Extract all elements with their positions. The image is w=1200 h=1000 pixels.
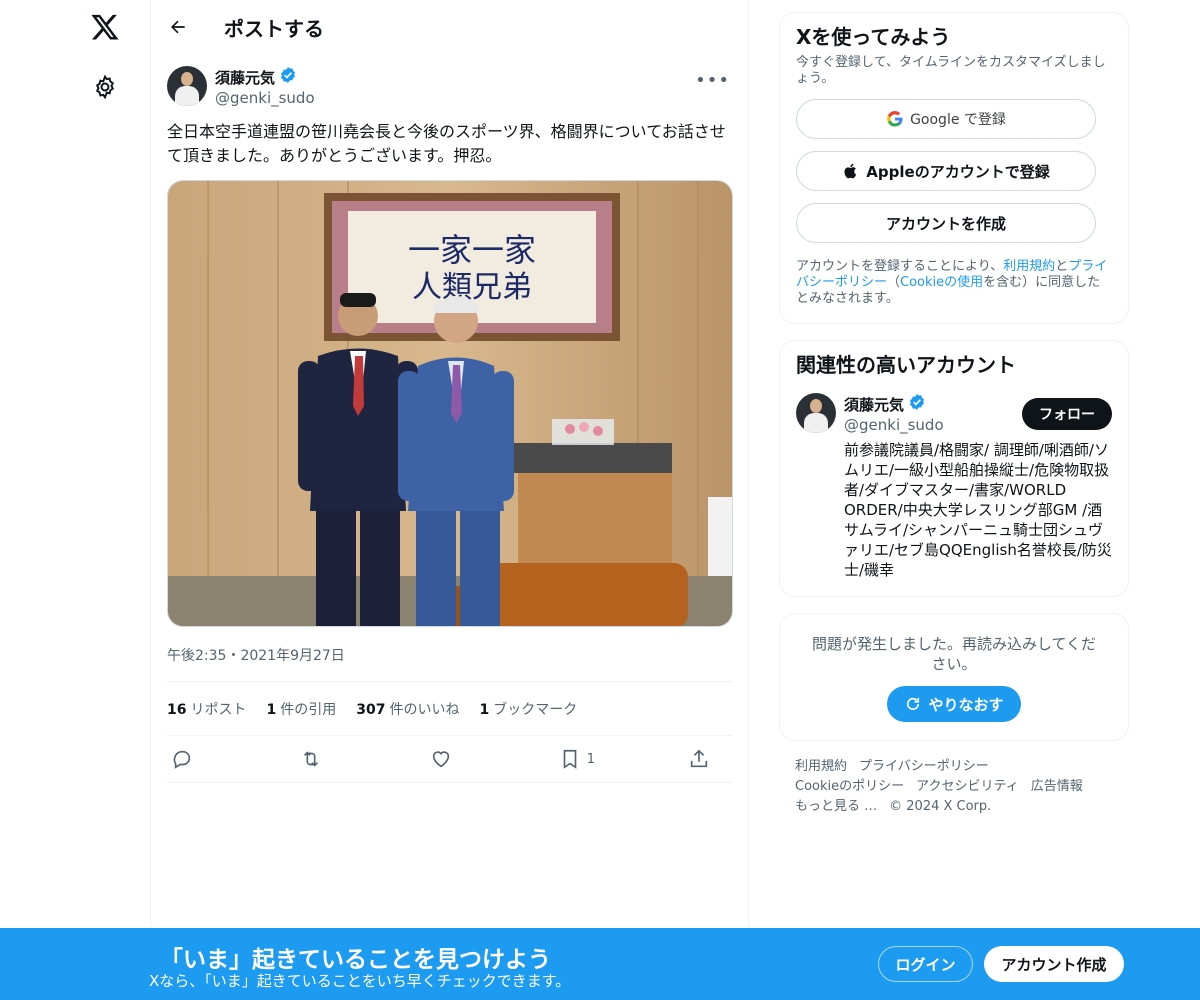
left-rail: [0, 0, 150, 1000]
repost-icon: [304, 751, 319, 767]
refresh-icon: [907, 697, 920, 710]
bookmarks-stat[interactable]: 1 ブックマーク: [479, 699, 577, 719]
related-account[interactable]: 須藤元気 @genki_sudo 前参議院議員/格闘家/ 調理師/唎酒師/ソムリ…: [796, 393, 1112, 580]
google-signup-button[interactable]: Google で登録: [796, 99, 1096, 139]
reply-button[interactable]: [171, 748, 211, 770]
author-avatar[interactable]: [167, 66, 207, 106]
quotes-stat[interactable]: 1 件の引用: [266, 699, 336, 719]
legal-notice: アカウントを登録することにより、利用規約とプライバシーポリシー（Cookieの使…: [796, 259, 1108, 306]
google-icon: [887, 110, 903, 127]
create-account-button[interactable]: アカウントを作成: [796, 203, 1096, 243]
post-author: 須藤元気 @genki_sudo •••: [167, 66, 732, 108]
heart-icon: [432, 751, 449, 768]
verified-badge-icon: [279, 66, 297, 88]
main-column: ポストする 須藤元気 @genki_sudo ••• 全日本空手道連盟の笹川堯会…: [150, 0, 749, 1000]
post-actions: 1: [167, 735, 732, 783]
x-logo-icon[interactable]: [90, 12, 120, 42]
likes-stat[interactable]: 307 件のいいね: [356, 699, 459, 719]
bookmark-count: 1: [586, 751, 596, 767]
post-text: 全日本空手道連盟の笹川堯会長と今後のスポーツ界、格闘界についてお話させて頂きまし…: [167, 122, 726, 165]
page-title: ポストする: [224, 16, 324, 41]
settings-gear-icon[interactable]: [92, 74, 118, 100]
footer-terms[interactable]: 利用規約: [795, 759, 847, 774]
page-header: ポストする: [151, 0, 748, 54]
post-timestamp[interactable]: 午後2:35・2021年9月27日: [167, 645, 732, 665]
follow-button[interactable]: フォロー: [1022, 398, 1112, 430]
share-icon: [690, 749, 708, 768]
photo-scene: 一家一家 人類兄弟: [168, 181, 732, 626]
more-options-icon[interactable]: •••: [695, 70, 730, 91]
apple-icon: [844, 163, 857, 179]
verified-badge-icon: [908, 393, 926, 415]
calligraphy-line-2: 人類兄弟: [412, 270, 532, 305]
footer-cookie[interactable]: Cookieのポリシー: [795, 779, 904, 794]
terms-link[interactable]: 利用規約: [1003, 259, 1055, 274]
related-name[interactable]: 須藤元気: [844, 394, 904, 415]
like-button[interactable]: [430, 748, 470, 770]
footer-ads[interactable]: 広告情報: [1031, 779, 1083, 794]
signup-card: Xを使ってみよう 今すぐ登録して、タイムラインをカスタマイズしましょう。 Goo…: [779, 12, 1129, 324]
error-message: 問題が発生しました。再読み込みしてください。: [811, 635, 1097, 673]
author-handle[interactable]: @genki_sudo: [215, 89, 315, 107]
back-arrow-icon[interactable]: [167, 16, 189, 38]
apple-signup-button[interactable]: Appleのアカウントで登録: [796, 151, 1096, 191]
footer-privacy[interactable]: プライバシーポリシー: [859, 759, 989, 774]
signup-title: Xを使ってみよう: [796, 25, 951, 49]
post: 須藤元気 @genki_sudo ••• 全日本空手道連盟の笹川堯会長と今後のス…: [151, 54, 748, 783]
share-button[interactable]: [688, 748, 728, 770]
footer-links: 利用規約 プライバシーポリシー Cookieのポリシー アクセシビリティ 広告情報 も…: [779, 757, 1129, 817]
login-button[interactable]: ログイン: [878, 946, 973, 982]
banner-title: 「いま」起きていることを見つけよう: [160, 947, 551, 973]
bottom-signup-banner: 「いま」起きていることを見つけよう Xなら、「いま」起きていることをいち早くチェ…: [0, 928, 1200, 1000]
calligraphy-line-1: 一家一家: [408, 231, 536, 269]
banner-subtitle: Xなら、「いま」起きていることをいち早くチェックできます。: [149, 972, 571, 990]
footer-accessibility[interactable]: アクセシビリティ: [916, 779, 1019, 794]
post-stats: 16 リポスト 1 件の引用 307 件のいいね 1 ブックマーク: [167, 681, 732, 735]
cookie-link[interactable]: Cookieの使用: [900, 275, 983, 290]
related-avatar[interactable]: [796, 393, 836, 433]
repost-button[interactable]: [300, 748, 340, 770]
retry-button[interactable]: やりなおす: [887, 686, 1021, 722]
footer-more[interactable]: もっと見る …: [795, 799, 877, 814]
banner-signup-button[interactable]: アカウント作成: [984, 946, 1124, 982]
error-card: 問題が発生しました。再読み込みしてください。 やりなおす: [779, 613, 1129, 741]
related-accounts-card: 関連性の高いアカウント 須藤元気 @genki_sudo 前参議院議員/格闘家/…: [779, 340, 1129, 597]
signup-subtitle: 今すぐ登録して、タイムラインをカスタマイズしましょう。: [796, 55, 1106, 86]
related-title: 関連性の高いアカウント: [796, 353, 1016, 377]
footer-copyright: © 2024 X Corp.: [889, 799, 992, 814]
post-photo[interactable]: 一家一家 人類兄弟: [167, 180, 733, 627]
bookmark-button[interactable]: 1: [559, 748, 599, 770]
right-sidebar: Xを使ってみよう 今すぐ登録して、タイムラインをカスタマイズしましょう。 Goo…: [779, 12, 1129, 817]
reposts-stat[interactable]: 16 リポスト: [167, 699, 246, 719]
related-bio: 前参議院議員/格闘家/ 調理師/唎酒師/ソムリエ/一級小型船舶操縦士/危険物取扱…: [844, 441, 1112, 579]
author-name[interactable]: 須藤元気: [215, 67, 275, 88]
bookmark-icon: [563, 749, 577, 769]
reply-icon: [173, 750, 191, 769]
